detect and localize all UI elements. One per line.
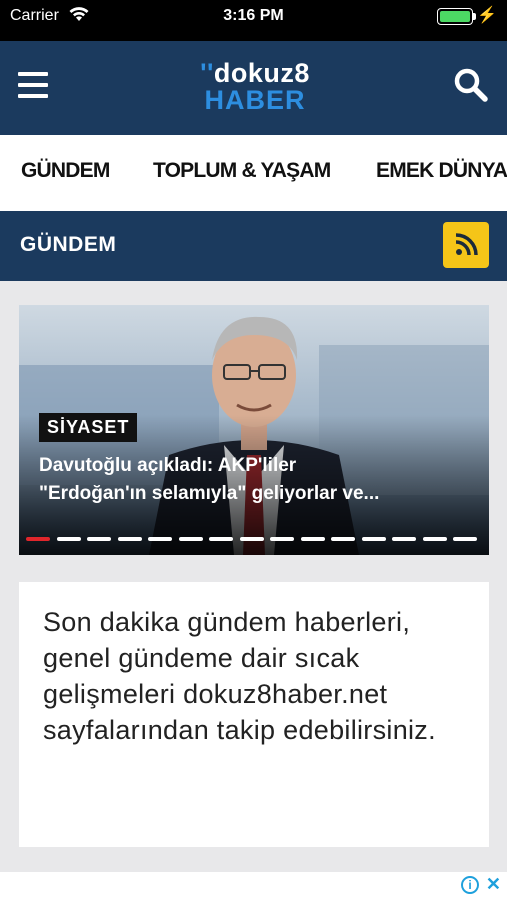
status-time: 3:16 PM xyxy=(223,7,284,24)
headline[interactable]: Davutoğlu açıkladı: AKP'liler "Erdoğan'ı… xyxy=(39,452,479,508)
headline-line-2: "Erdoğan'ın selamıyla" geliyorlar ve... xyxy=(39,483,380,504)
pagination-dot[interactable] xyxy=(26,537,50,541)
app-header: ''dokuz8 HABER xyxy=(0,41,507,135)
description-card: Son dakika gündem haberleri, genel günde… xyxy=(19,582,489,847)
menu-icon[interactable] xyxy=(18,72,48,98)
charging-icon: ⚡ xyxy=(477,7,497,24)
rss-button[interactable] xyxy=(443,222,489,268)
headline-line-1: Davutoğlu açıkladı: AKP'liler xyxy=(39,455,297,476)
status-bar: Carrier 3:16 PM ⚡ xyxy=(0,0,507,41)
logo-top: dokuz8 xyxy=(213,58,310,88)
battery-icon xyxy=(437,8,473,25)
search-icon[interactable] xyxy=(453,67,489,103)
section-title: GÜNDEM xyxy=(20,233,117,256)
pagination-dot[interactable] xyxy=(300,537,325,541)
pagination-dot[interactable] xyxy=(239,537,264,541)
logo-bottom: HABER xyxy=(204,85,306,115)
logo-quote: '' xyxy=(200,58,214,88)
pagination-dot[interactable] xyxy=(56,537,81,541)
logo[interactable]: ''dokuz8 HABER xyxy=(180,58,330,115)
tab-emek-dunyasi[interactable]: EMEK DÜNYASI xyxy=(376,159,507,183)
description-text: Son dakika gündem haberleri, genel günde… xyxy=(43,607,436,745)
pagination-dot[interactable] xyxy=(87,537,111,541)
rss-icon xyxy=(455,233,478,256)
pagination-dot[interactable] xyxy=(453,537,477,541)
pagination-dot[interactable] xyxy=(270,537,294,541)
category-tag[interactable]: SİYASET xyxy=(39,413,138,442)
tab-toplum-yasam[interactable]: TOPLUM & YAŞAM xyxy=(153,159,331,183)
close-icon[interactable]: ✕ xyxy=(486,874,501,895)
pagination-dot[interactable] xyxy=(361,537,386,541)
section-bar: GÜNDEM xyxy=(0,211,507,281)
pagination-dot[interactable] xyxy=(209,537,233,541)
featured-slider[interactable]: SİYASET Davutoğlu açıkladı: AKP'liler "E… xyxy=(19,305,489,555)
tab-gundem[interactable]: GÜNDEM xyxy=(21,159,110,183)
ad-banner[interactable]: i ✕ xyxy=(0,872,507,900)
pagination-dot[interactable] xyxy=(178,537,203,541)
info-icon[interactable]: i xyxy=(461,876,479,894)
pagination-dot[interactable] xyxy=(117,537,142,541)
category-tabs: GÜNDEM TOPLUM & YAŞAM EMEK DÜNYASI xyxy=(0,135,507,211)
pagination-dot[interactable] xyxy=(422,537,447,541)
pagination-dot[interactable] xyxy=(148,537,172,541)
pagination-dot[interactable] xyxy=(392,537,416,541)
pagination-dot[interactable] xyxy=(331,537,355,541)
